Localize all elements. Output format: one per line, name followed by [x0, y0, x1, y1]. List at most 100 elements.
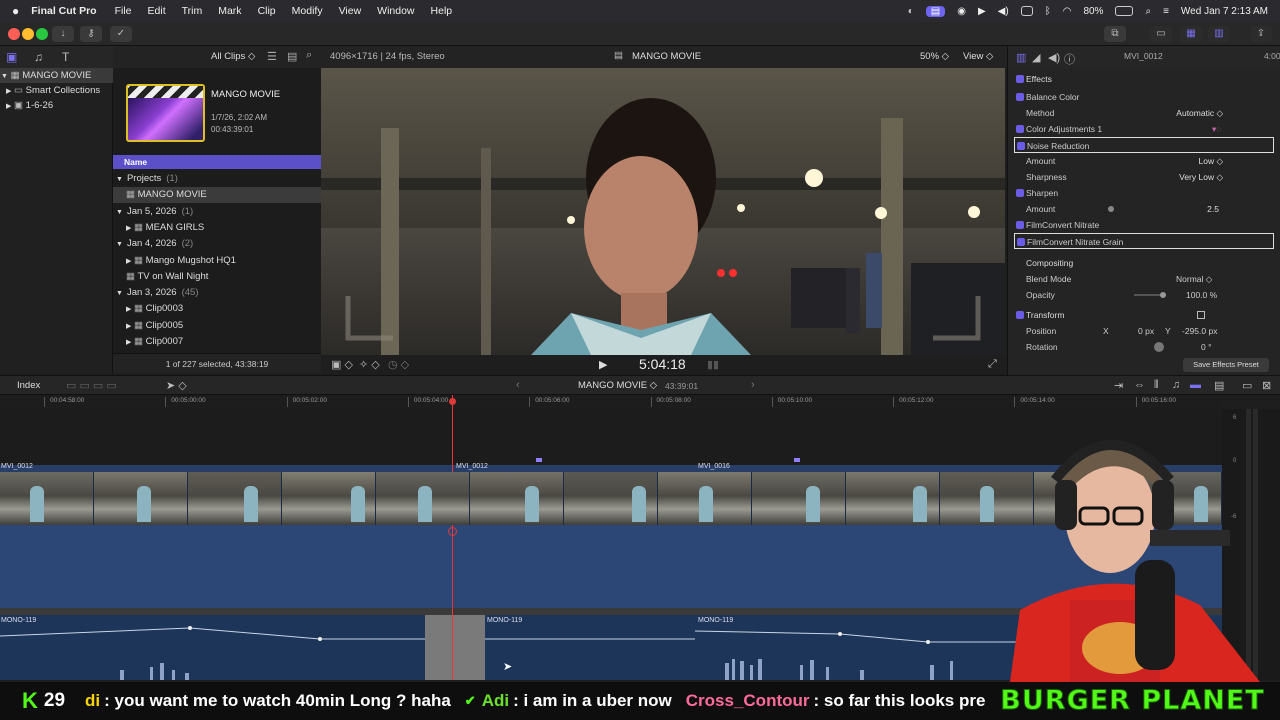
project-card[interactable]: MANGO MOVIE 1/7/26, 2:02 AM 00:43:39:01	[113, 68, 321, 156]
menu-window[interactable]: Window	[377, 5, 414, 17]
effect-row[interactable]: FilmConvert Nitrate Grain	[1014, 233, 1274, 249]
close-window-button[interactable]	[8, 28, 20, 40]
solo-icon[interactable]: ▬	[1190, 379, 1201, 391]
record-status-icon[interactable]: ◉	[957, 6, 966, 17]
timeline-ruler[interactable]: 00:04:58:00 00:05:00:00 00:05:02:00 00:05:0…	[0, 395, 1222, 409]
browser-group-row[interactable]: ▼ Jan 3, 2026 (45)	[113, 285, 321, 301]
effect-row[interactable]: Balance Color	[1008, 89, 1280, 105]
clip-appearance-icon[interactable]: ☰	[267, 50, 277, 63]
clip-height-icon[interactable]: ⇔	[1134, 379, 1145, 391]
position-x-value[interactable]: 0 px	[1138, 323, 1154, 339]
clip-filter-dropdown[interactable]: All Clips ◇	[211, 51, 255, 62]
apple-icon[interactable]: ●	[12, 4, 19, 18]
playhead[interactable]	[452, 395, 453, 680]
screen-share-icon[interactable]: ▤	[925, 5, 946, 17]
name-column-header[interactable]: Name	[113, 155, 321, 169]
titles-tab-icon[interactable]: T	[62, 50, 69, 64]
effect-row-value[interactable]: Very Low ◇	[1179, 169, 1223, 185]
fullscreen-icon[interactable]: ⤢	[988, 358, 997, 371]
menu-modify[interactable]: Modify	[292, 5, 323, 17]
keywords-button[interactable]: ⚷	[80, 26, 102, 42]
rotation-dial[interactable]	[1154, 342, 1164, 352]
bluetooth-icon[interactable]: ᛒ	[1045, 6, 1051, 17]
browser-item-row[interactable]: ▶ ▦ Clip0007	[113, 334, 321, 350]
audio-inspector-tab-icon[interactable]: ◀)	[1048, 51, 1060, 64]
filmstrip-icon[interactable]: ▤	[287, 50, 297, 63]
skimming-icon[interactable]: ⫴	[1154, 379, 1159, 392]
menu-clip[interactable]: Clip	[258, 5, 276, 17]
effect-row[interactable]: FilmConvert Nitrate	[1008, 217, 1280, 233]
menu-help[interactable]: Help	[431, 5, 453, 17]
color-board-icon[interactable]: ▾◌	[1212, 121, 1221, 137]
search-icon[interactable]: ⌕	[306, 49, 312, 62]
effect-checkbox[interactable]	[1016, 189, 1024, 197]
disclosure-open-icon[interactable]: ▼	[116, 290, 123, 297]
browser-group-row[interactable]: ▼ Projects (1)	[113, 171, 321, 187]
browser-item-row[interactable]: ▦ TV on Wall Night	[113, 269, 321, 285]
transform-checkbox[interactable]	[1016, 311, 1024, 319]
effect-checkbox[interactable]	[1017, 142, 1025, 150]
opacity-value[interactable]: 100.0 %	[1186, 287, 1217, 303]
transform-section-header[interactable]: Transform	[1008, 307, 1280, 323]
rotation-value[interactable]: 0 °	[1201, 339, 1212, 355]
view-dropdown[interactable]: View ◇	[963, 51, 993, 62]
search-icon[interactable]: ⌕	[1145, 6, 1151, 17]
camera-status-icon[interactable]: ◐	[908, 6, 914, 17]
share-button[interactable]: ⇪	[1250, 26, 1272, 42]
battery-icon[interactable]	[1115, 6, 1134, 16]
photos-tab-icon[interactable]: ♫	[34, 50, 43, 64]
clock[interactable]: Wed Jan 7 2:13 AM	[1181, 6, 1268, 17]
speed-tool-icon[interactable]: ◷ ◇	[388, 358, 409, 371]
libraries-tab-icon[interactable]: ▣	[6, 50, 17, 64]
browser-group-row[interactable]: ▼ Jan 4, 2026 (2)	[113, 236, 321, 252]
show-timeline-button[interactable]: ▦	[1180, 26, 1202, 42]
disclosure-closed-icon[interactable]: ▶	[6, 88, 11, 95]
snapping-icon[interactable]: ▤	[1214, 379, 1224, 392]
color-inspector-tab-icon[interactable]: ◢	[1032, 51, 1040, 64]
video-inspector-tab-icon[interactable]: ▥	[1016, 51, 1026, 64]
background-tasks-button[interactable]: ✓	[110, 26, 132, 42]
timeline-back-icon[interactable]: ‹	[516, 379, 520, 391]
effect-row[interactable]: Noise Reduction	[1014, 137, 1274, 153]
zoom-window-button[interactable]	[36, 28, 48, 40]
browser-item-row[interactable]: ▦ MANGO MOVIE	[113, 187, 321, 204]
select-tool-icon[interactable]: ➤ ◇	[166, 379, 187, 392]
effect-checkbox[interactable]	[1016, 93, 1024, 101]
library-item-mango-movie[interactable]: ▼ ▦ MANGO MOVIE	[0, 68, 113, 83]
library-item-smart-collections[interactable]: ▶ ▭ Smart Collections	[0, 83, 113, 98]
library-item-1-6-26[interactable]: ▶ ▣ 1-6-26	[0, 98, 113, 113]
audio-skimming-icon[interactable]: ♫	[1172, 379, 1180, 391]
timeline-appearance-icon[interactable]: ▭	[1242, 379, 1252, 392]
effect-checkbox[interactable]	[1016, 125, 1024, 133]
menu-file[interactable]: File	[115, 5, 132, 17]
effect-row-value[interactable]: Automatic ◇	[1176, 105, 1223, 121]
effect-checkbox[interactable]	[1017, 238, 1025, 246]
control-center-icon[interactable]: ≡	[1163, 6, 1169, 17]
zoom-dropdown[interactable]: 50% ◇	[920, 51, 949, 62]
menu-trim[interactable]: Trim	[182, 5, 203, 17]
disclosure-open-icon[interactable]: ▼	[116, 241, 123, 248]
effect-row-value[interactable]: 2.5	[1207, 201, 1219, 217]
effects-checkbox[interactable]	[1016, 75, 1024, 83]
save-effects-preset-button[interactable]: Save Effects Preset	[1183, 358, 1269, 372]
crop-tool-icon[interactable]: ▣ ◇	[331, 358, 353, 371]
disclosure-closed-icon[interactable]: ▶	[6, 103, 11, 110]
minimize-window-button[interactable]	[22, 28, 34, 40]
display-icon[interactable]	[1020, 6, 1033, 16]
show-browser-button[interactable]: ▭	[1150, 26, 1172, 42]
wifi-icon[interactable]: ◠	[1063, 6, 1072, 17]
import-button[interactable]: ↓	[52, 26, 74, 42]
effect-checkbox[interactable]	[1016, 221, 1024, 229]
position-y-value[interactable]: -295.0 px	[1182, 323, 1217, 339]
playhead-timecode[interactable]: 5:04:18	[639, 356, 686, 372]
blend-mode-dropdown[interactable]: Normal ◇	[1176, 271, 1212, 287]
browser-item-row[interactable]: ▶ ▦ MEAN GIRLS	[113, 220, 321, 236]
disclosure-open-icon[interactable]: ▼	[116, 176, 123, 183]
transform-onscreen-control-icon[interactable]	[1197, 311, 1205, 319]
layout-button[interactable]: ⧉	[1104, 26, 1126, 42]
amount-slider[interactable]	[1108, 206, 1114, 212]
compositing-section-header[interactable]: Compositing	[1008, 255, 1280, 271]
timeline-project-dropdown[interactable]: MANGO MOVIE ◇	[578, 380, 657, 391]
disclosure-open-icon[interactable]: ▼	[116, 209, 123, 216]
browser-item-row[interactable]: ▶ ▦ Mango Mugshot HQ1	[113, 253, 321, 269]
